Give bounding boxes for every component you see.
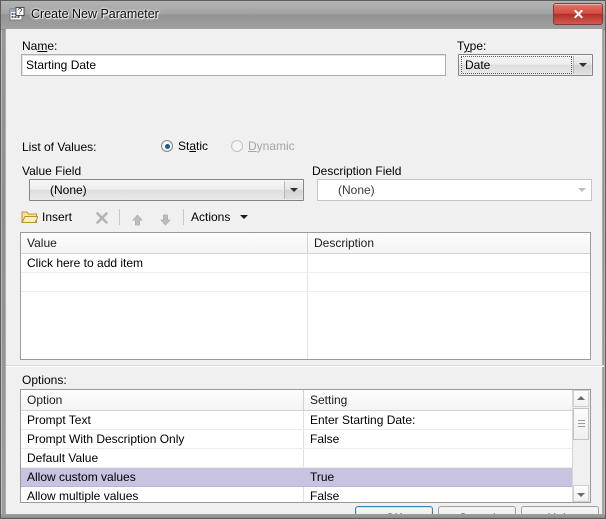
type-combobox-value: Date [461, 56, 572, 74]
create-new-parameter-dialog: ? Create New Parameter Name: Type: Start… [0, 0, 606, 519]
options-cell-option: Prompt Text [27, 413, 91, 427]
arrow-up-icon [131, 211, 144, 233]
table-row-selected[interactable]: Allow custom values True [21, 468, 573, 487]
name-input[interactable]: Starting Date [21, 54, 446, 76]
description-field-combobox: (None) [317, 179, 592, 201]
options-grid[interactable]: Option Setting Prompt Text Enter Startin… [20, 389, 591, 503]
scroll-down-icon[interactable] [573, 485, 589, 502]
window-bottom-strip [1, 514, 605, 518]
radio-static[interactable]: Static [161, 139, 208, 153]
delete-x-icon [95, 210, 109, 232]
move-down-button [154, 206, 178, 228]
table-row[interactable] [21, 273, 590, 292]
options-grid-col-setting[interactable]: Setting [304, 390, 575, 410]
table-row[interactable] [21, 292, 590, 310]
toolbar-separator [183, 209, 184, 225]
chevron-down-icon[interactable] [573, 56, 591, 74]
arrow-down-icon [159, 211, 172, 233]
options-cell-option: Allow custom values [27, 470, 136, 484]
chevron-down-icon[interactable] [239, 215, 248, 219]
toolbar-separator [119, 209, 120, 225]
description-field-value: (None) [338, 183, 375, 197]
radio-dot-static [161, 140, 173, 152]
insert-button-label: Insert [42, 210, 73, 224]
section-divider [6, 365, 604, 367]
svg-text:?: ? [18, 7, 23, 16]
values-cell-description [308, 273, 590, 291]
value-field-combobox[interactable]: (None) [29, 179, 304, 201]
options-cell-setting [304, 449, 575, 467]
options-scrollbar[interactable] [572, 390, 590, 502]
actions-menu-label: Actions [191, 210, 231, 224]
value-field-label: Value Field [22, 164, 82, 178]
values-cell-value [21, 273, 307, 291]
options-cell-option: Prompt With Description Only [27, 432, 185, 446]
scrollbar-thumb[interactable] [573, 408, 589, 440]
options-cell-option: Default Value [27, 451, 99, 465]
table-row[interactable]: Click here to add item [21, 254, 590, 273]
table-row[interactable]: Prompt Text Enter Starting Date: [21, 411, 573, 430]
options-label: Options: [22, 373, 67, 387]
scrollbar-grip-icon [578, 420, 585, 428]
options-cell-option: Allow multiple values [27, 489, 139, 502]
move-up-button [126, 206, 150, 228]
values-grid[interactable]: Value Description Click here to add item [20, 232, 591, 360]
chevron-down-icon[interactable] [284, 181, 302, 199]
dialog-client-area: Name: Type: Starting Date Date List of V… [5, 29, 604, 518]
open-folder-icon [21, 209, 39, 232]
values-cell-description [308, 292, 590, 310]
title-bar[interactable]: ? Create New Parameter [1, 1, 605, 30]
radio-dynamic: Dynamic [231, 139, 295, 153]
radio-static-label: Static [178, 139, 209, 153]
value-field-value: (None) [50, 183, 87, 197]
options-grid-col-option[interactable]: Option [21, 390, 303, 410]
values-toolbar: Insert Actions [20, 206, 250, 228]
table-row[interactable]: Allow multiple values False [21, 487, 573, 502]
radio-dynamic-label: Dynamic [248, 139, 295, 153]
values-grid-header: Value Description [21, 233, 590, 254]
type-label: Type: [457, 39, 487, 53]
chevron-down-icon [573, 181, 590, 199]
values-grid-col-value[interactable]: Value [21, 233, 307, 253]
radio-dot-dynamic [231, 140, 243, 152]
options-cell-setting: False [310, 432, 340, 446]
values-cell-value: Click here to add item [27, 256, 144, 270]
list-of-values-label: List of Values: [22, 140, 97, 154]
name-label: Name: [22, 39, 58, 53]
options-cell-setting: Enter Starting Date: [310, 413, 416, 427]
table-row[interactable]: Default Value [21, 449, 573, 468]
description-field-label: Description Field [312, 164, 402, 178]
type-combobox[interactable]: Date [458, 54, 593, 76]
options-cell-setting: False [310, 489, 340, 502]
values-cell-description [308, 254, 590, 272]
scroll-up-icon[interactable] [573, 390, 589, 407]
actions-menu-button[interactable]: Actions [191, 206, 248, 228]
table-row[interactable]: Prompt With Description Only False [21, 430, 573, 449]
close-icon[interactable] [553, 3, 603, 25]
delete-button [90, 206, 114, 228]
options-cell-setting: True [310, 470, 335, 484]
window-title: Create New Parameter [31, 7, 159, 21]
values-grid-col-description[interactable]: Description [308, 233, 590, 253]
values-cell-value [21, 292, 307, 310]
parameter-table-icon: ? [9, 7, 25, 23]
options-grid-header: Option Setting [21, 390, 575, 411]
insert-button[interactable]: Insert [20, 206, 76, 228]
